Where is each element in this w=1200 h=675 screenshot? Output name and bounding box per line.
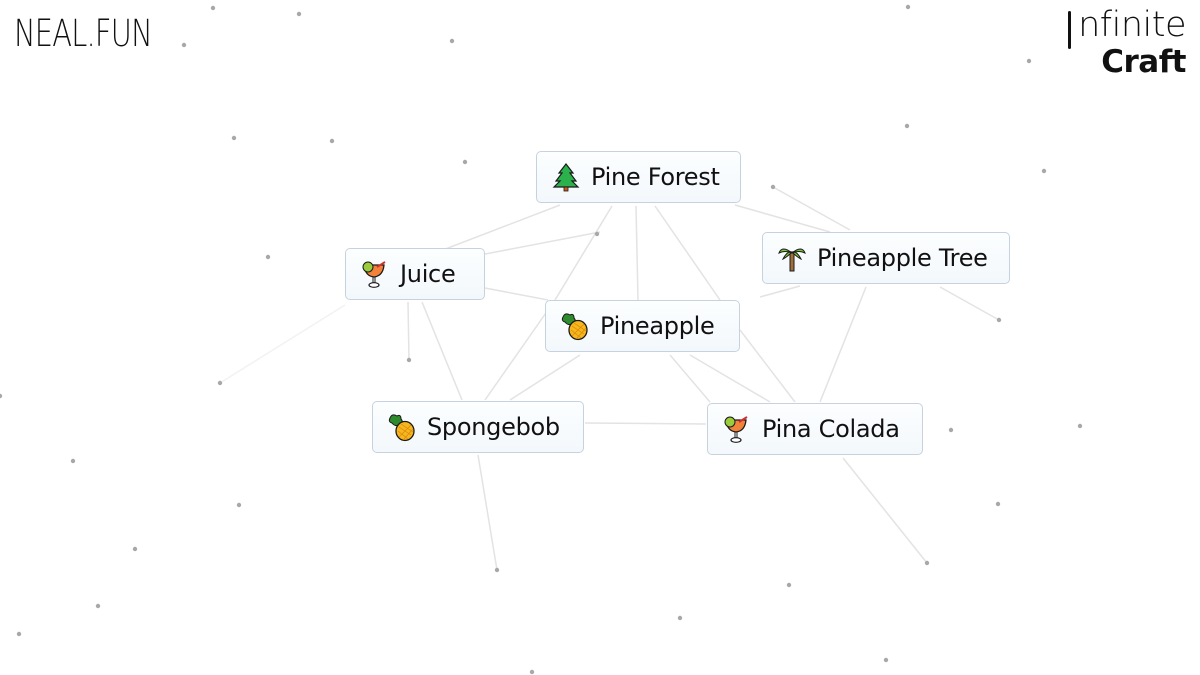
particle-dot	[904, 123, 910, 129]
connection-line	[759, 285, 801, 298]
element-label: Pineapple Tree	[817, 244, 988, 272]
particle-dot	[217, 380, 223, 386]
particle-dot	[1026, 58, 1032, 64]
evergreen-tree-icon	[551, 162, 581, 192]
particle-dot	[329, 138, 335, 144]
particle-dot	[996, 317, 1002, 323]
connection-line	[477, 454, 498, 571]
connection-line	[554, 205, 613, 301]
connection-line	[819, 286, 867, 403]
element-item-pineapple[interactable]: Pineapple	[545, 300, 740, 352]
connection-line	[842, 457, 928, 564]
cursor-bar-icon	[1068, 11, 1072, 49]
particle-dot	[529, 669, 535, 675]
connection-line	[689, 354, 771, 403]
element-item-spongebob[interactable]: Spongebob	[372, 401, 584, 453]
particle-dot	[786, 582, 792, 588]
connection-line	[654, 205, 721, 301]
particle-dot	[677, 615, 683, 621]
particle-dot	[995, 501, 1001, 507]
connection-line	[584, 422, 707, 425]
particle-dot	[181, 42, 187, 48]
particle-dot	[924, 560, 930, 566]
element-item-pine-forest[interactable]: Pine Forest	[536, 151, 741, 203]
connection-line	[407, 301, 410, 361]
particle-dot	[770, 184, 776, 190]
element-label: Pine Forest	[591, 163, 720, 191]
infinite-craft-logo: nfinite Craft	[1068, 8, 1186, 78]
particle-dot	[210, 5, 216, 11]
particle-dot	[132, 546, 138, 552]
logo-title-line1: nfinite	[1068, 5, 1186, 49]
element-label: Spongebob	[427, 413, 560, 441]
particle-dot	[406, 357, 412, 363]
connection-line	[669, 354, 711, 403]
element-label: Pineapple	[600, 312, 715, 340]
particle-dot	[16, 631, 22, 637]
particle-dot	[0, 393, 3, 399]
element-label: Pina Colada	[762, 415, 900, 443]
neal-fun-logo[interactable]: NEAL.FUN	[14, 12, 153, 55]
particle-dot	[296, 11, 302, 17]
logo-title-line2: Craft	[1101, 44, 1186, 80]
element-item-pina-colada[interactable]: Pina Colada	[707, 403, 923, 455]
element-label: Juice	[400, 260, 456, 288]
connection-line	[939, 286, 1000, 321]
particle-dot	[1041, 168, 1047, 174]
palm-tree-icon	[777, 243, 807, 273]
pineapple-icon	[560, 311, 590, 341]
connection-line	[421, 301, 463, 401]
connection-line	[479, 231, 601, 256]
particle-dot	[594, 231, 600, 237]
particle-dot	[265, 254, 271, 260]
particle-dot	[462, 159, 468, 165]
particle-dot	[494, 567, 500, 573]
connection-line	[484, 287, 549, 301]
particle-dot	[231, 135, 237, 141]
particle-dot	[905, 4, 911, 10]
particle-dot	[236, 502, 242, 508]
pineapple-icon	[387, 412, 417, 442]
connection-line	[739, 329, 796, 403]
particle-dot	[1077, 423, 1083, 429]
connection-line	[772, 186, 851, 231]
element-item-pineapple-tree[interactable]: Pineapple Tree	[762, 232, 1010, 284]
particle-dot	[883, 657, 889, 663]
connection-line	[635, 205, 639, 301]
connection-line	[509, 354, 581, 401]
particles	[0, 4, 1083, 675]
particle-dot	[95, 603, 101, 609]
particle-dot	[70, 458, 76, 464]
connection-line	[219, 304, 346, 384]
tropical-drink-icon	[722, 414, 752, 444]
connection-line	[734, 204, 831, 233]
particle-dot	[948, 427, 954, 433]
logo-title-line1-text: nfinite	[1078, 5, 1186, 45]
tropical-drink-icon	[360, 259, 390, 289]
element-item-juice[interactable]: Juice	[345, 248, 485, 300]
particle-dot	[449, 38, 455, 44]
